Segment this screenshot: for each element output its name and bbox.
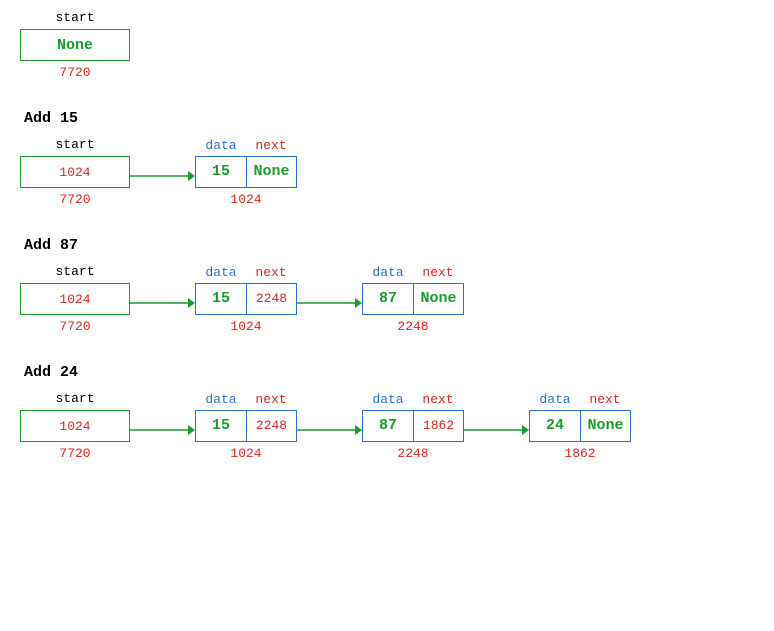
start-value: None bbox=[57, 37, 93, 54]
node-box: 152248 bbox=[195, 410, 297, 442]
node-data-value: 24 bbox=[530, 411, 580, 441]
pointer-arrow-icon bbox=[130, 295, 195, 311]
step-heading: Add 15 bbox=[24, 110, 754, 127]
data-label: data bbox=[196, 265, 246, 280]
node-box: 87None bbox=[362, 283, 464, 315]
node-data-value: 87 bbox=[363, 411, 413, 441]
node-box: 871862 bbox=[362, 410, 464, 442]
node-next-value: 2248 bbox=[246, 411, 296, 441]
list-row: start10247720datanext15None1024 bbox=[20, 137, 754, 207]
step-heading: Add 24 bbox=[24, 364, 754, 381]
start-address: 7720 bbox=[59, 446, 90, 461]
list-row: start None 7720 bbox=[20, 10, 754, 80]
linked-list-step: Add 87start10247720datanext1522481024dat… bbox=[20, 237, 754, 334]
start-label: start bbox=[55, 137, 94, 152]
start-pointer: start 1024 7720 bbox=[20, 137, 130, 207]
node-data-value: 15 bbox=[196, 284, 246, 314]
data-label: data bbox=[196, 138, 246, 153]
data-label: data bbox=[363, 265, 413, 280]
linked-list-step: Add 24start10247720datanext1522481024dat… bbox=[20, 364, 754, 461]
list-node: datanext1522481024 bbox=[195, 392, 297, 461]
list-row: start10247720datanext1522481024datanext8… bbox=[20, 264, 754, 334]
pointer-arrow-icon bbox=[130, 168, 195, 184]
start-label: start bbox=[55, 264, 94, 279]
start-value: 1024 bbox=[59, 292, 90, 307]
start-box: 1024 bbox=[20, 283, 130, 315]
node-next-value: 2248 bbox=[246, 284, 296, 314]
node-address: 1024 bbox=[230, 319, 261, 334]
data-label: data bbox=[363, 392, 413, 407]
start-pointer: start 1024 7720 bbox=[20, 264, 130, 334]
next-label: next bbox=[413, 265, 463, 280]
pointer-arrow-icon bbox=[130, 422, 195, 438]
start-box: None bbox=[20, 29, 130, 61]
node-next-value: None bbox=[580, 411, 630, 441]
node-data-value: 15 bbox=[196, 411, 246, 441]
linked-list-step: start None 7720 bbox=[20, 10, 754, 80]
start-pointer: start None 7720 bbox=[20, 10, 130, 80]
node-box: 24None bbox=[529, 410, 631, 442]
start-label: start bbox=[55, 10, 94, 25]
pointer-arrow-icon bbox=[464, 422, 529, 438]
node-box: 152248 bbox=[195, 283, 297, 315]
node-address: 2248 bbox=[397, 319, 428, 334]
start-address: 7720 bbox=[59, 192, 90, 207]
list-node: datanext24None1862 bbox=[529, 392, 631, 461]
linked-list-step: Add 15start10247720datanext15None1024 bbox=[20, 110, 754, 207]
list-node: datanext87None2248 bbox=[362, 265, 464, 334]
list-row: start10247720datanext1522481024datanext8… bbox=[20, 391, 754, 461]
pointer-arrow-icon bbox=[297, 422, 362, 438]
list-node: datanext1522481024 bbox=[195, 265, 297, 334]
start-address: 7720 bbox=[59, 65, 90, 80]
start-address: 7720 bbox=[59, 319, 90, 334]
step-heading: Add 87 bbox=[24, 237, 754, 254]
start-value: 1024 bbox=[59, 419, 90, 434]
next-label: next bbox=[246, 392, 296, 407]
start-label: start bbox=[55, 391, 94, 406]
list-node: datanext8718622248 bbox=[362, 392, 464, 461]
next-label: next bbox=[413, 392, 463, 407]
node-data-value: 87 bbox=[363, 284, 413, 314]
next-label: next bbox=[580, 392, 630, 407]
data-label: data bbox=[530, 392, 580, 407]
node-next-value: None bbox=[246, 157, 296, 187]
next-label: next bbox=[246, 138, 296, 153]
node-address: 1862 bbox=[564, 446, 595, 461]
node-box: 15None bbox=[195, 156, 297, 188]
node-address: 1024 bbox=[230, 446, 261, 461]
node-data-value: 15 bbox=[196, 157, 246, 187]
data-label: data bbox=[196, 392, 246, 407]
next-label: next bbox=[246, 265, 296, 280]
pointer-arrow-icon bbox=[297, 295, 362, 311]
start-box: 1024 bbox=[20, 156, 130, 188]
node-next-value: None bbox=[413, 284, 463, 314]
node-address: 1024 bbox=[230, 192, 261, 207]
node-next-value: 1862 bbox=[413, 411, 463, 441]
start-box: 1024 bbox=[20, 410, 130, 442]
list-node: datanext15None1024 bbox=[195, 138, 297, 207]
start-pointer: start 1024 7720 bbox=[20, 391, 130, 461]
start-value: 1024 bbox=[59, 165, 90, 180]
node-address: 2248 bbox=[397, 446, 428, 461]
